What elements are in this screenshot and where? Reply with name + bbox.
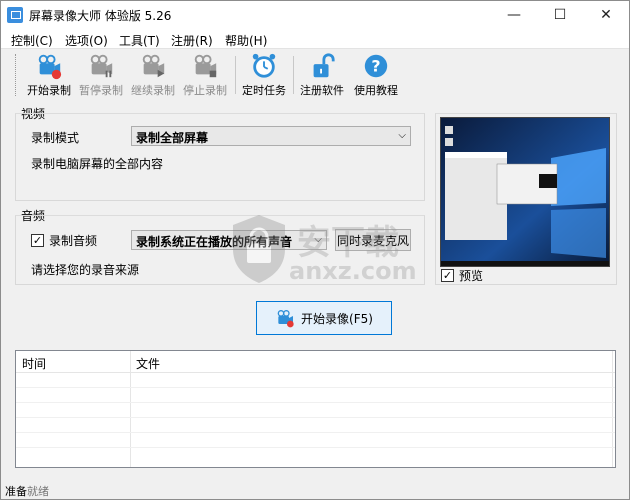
status-left: 准备: [5, 485, 27, 498]
desktop-preview-thumbnail: [441, 118, 609, 266]
list-row-line: [16, 387, 615, 388]
toolbar-grip[interactable]: [15, 54, 18, 96]
menu-help[interactable]: 帮助(H): [225, 32, 267, 49]
chevron-down-icon: ⌵: [398, 130, 406, 141]
camera-stop-icon: [194, 54, 217, 78]
tutorial-label: 使用教程: [354, 84, 398, 97]
toolbar: 开始录制 暂停录制 继续录制 停止录制 定时任务 注册软件 ? 使用教程: [1, 50, 629, 100]
menu-register[interactable]: 注册(R): [171, 32, 213, 49]
resume-record-label: 继续录制: [131, 84, 175, 97]
app-icon: [7, 7, 23, 23]
title-bar[interactable]: 屏幕录像大师 体验版 5.26 — ☐ ✕: [1, 1, 629, 29]
stop-record-button[interactable]: 停止录制: [181, 52, 229, 98]
record-mode-label: 录制模式: [31, 131, 80, 145]
menu-bar: 控制(C) 选项(O) 工具(T) 注册(R) 帮助(H): [1, 29, 629, 49]
scheduled-task-label: 定时任务: [242, 84, 286, 97]
video-description: 录制电脑屏幕的全部内容: [31, 157, 164, 171]
window-title: 屏幕录像大师 体验版 5.26: [29, 9, 172, 23]
tutorial-button[interactable]: ? 使用教程: [351, 52, 401, 98]
menu-options[interactable]: 选项(O): [65, 32, 108, 49]
preview-image: [440, 117, 610, 267]
status-text: 准备就绪: [5, 483, 49, 499]
resume-record-button[interactable]: 继续录制: [129, 52, 177, 98]
record-audio-label: 录制音频: [49, 234, 98, 248]
alarm-clock-icon: [252, 53, 276, 78]
list-row-line: [16, 447, 615, 448]
unlock-icon: [313, 53, 335, 78]
list-row-line: [16, 402, 615, 403]
record-mode-value: 录制全部屏幕: [136, 131, 209, 145]
list-row-line: [16, 432, 615, 433]
scheduled-task-button[interactable]: 定时任务: [239, 52, 289, 98]
column-divider: [612, 351, 613, 467]
camera-record-icon: [38, 54, 62, 80]
svg-text:?: ?: [371, 57, 380, 76]
camera-record-icon: [277, 310, 294, 328]
watermark: [229, 213, 289, 288]
close-button[interactable]: ✕: [583, 1, 629, 29]
menu-tools[interactable]: 工具(T): [119, 32, 160, 49]
record-mode-select[interactable]: 录制全部屏幕 ⌵: [131, 126, 411, 146]
start-recording-label: 开始录像(F5): [301, 311, 373, 326]
recordings-list[interactable]: 时间 文件: [15, 350, 616, 468]
start-recording-button[interactable]: 开始录像(F5): [256, 301, 392, 335]
audio-hint: 请选择您的录音来源: [31, 263, 140, 277]
toolbar-separator: [293, 56, 294, 94]
app-window: 屏幕录像大师 体验版 5.26 — ☐ ✕ 控制(C) 选项(O) 工具(T) …: [0, 0, 630, 500]
column-file[interactable]: 文件: [136, 355, 160, 372]
column-divider: [130, 351, 131, 467]
pause-record-label: 暂停录制: [79, 84, 123, 97]
register-label: 注册软件: [300, 84, 344, 97]
preview-label: 预览: [459, 269, 484, 283]
status-right: 就绪: [27, 485, 49, 498]
status-bar: 准备就绪: [1, 481, 629, 499]
maximize-button[interactable]: ☐: [537, 1, 583, 29]
watermark-url: anxz.com: [289, 257, 417, 285]
register-button[interactable]: 注册软件: [297, 52, 347, 98]
start-record-label: 开始录制: [27, 84, 71, 97]
pause-record-button[interactable]: 暂停录制: [77, 52, 125, 98]
preview-checkbox[interactable]: ✓: [441, 269, 454, 282]
list-row-line: [16, 417, 615, 418]
record-audio-checkbox[interactable]: ✓: [31, 234, 44, 247]
menu-control[interactable]: 控制(C): [11, 32, 53, 49]
start-record-button[interactable]: 开始录制: [25, 52, 73, 98]
help-icon: ?: [364, 54, 388, 78]
stop-record-label: 停止录制: [183, 84, 227, 97]
list-header: 时间 文件: [16, 351, 615, 373]
camera-resume-icon: [142, 54, 165, 78]
column-time[interactable]: 时间: [22, 355, 46, 372]
toolbar-separator: [235, 56, 236, 94]
camera-pause-icon: [90, 54, 113, 78]
shield-logo-icon: [233, 215, 285, 283]
minimize-button[interactable]: —: [491, 1, 537, 29]
